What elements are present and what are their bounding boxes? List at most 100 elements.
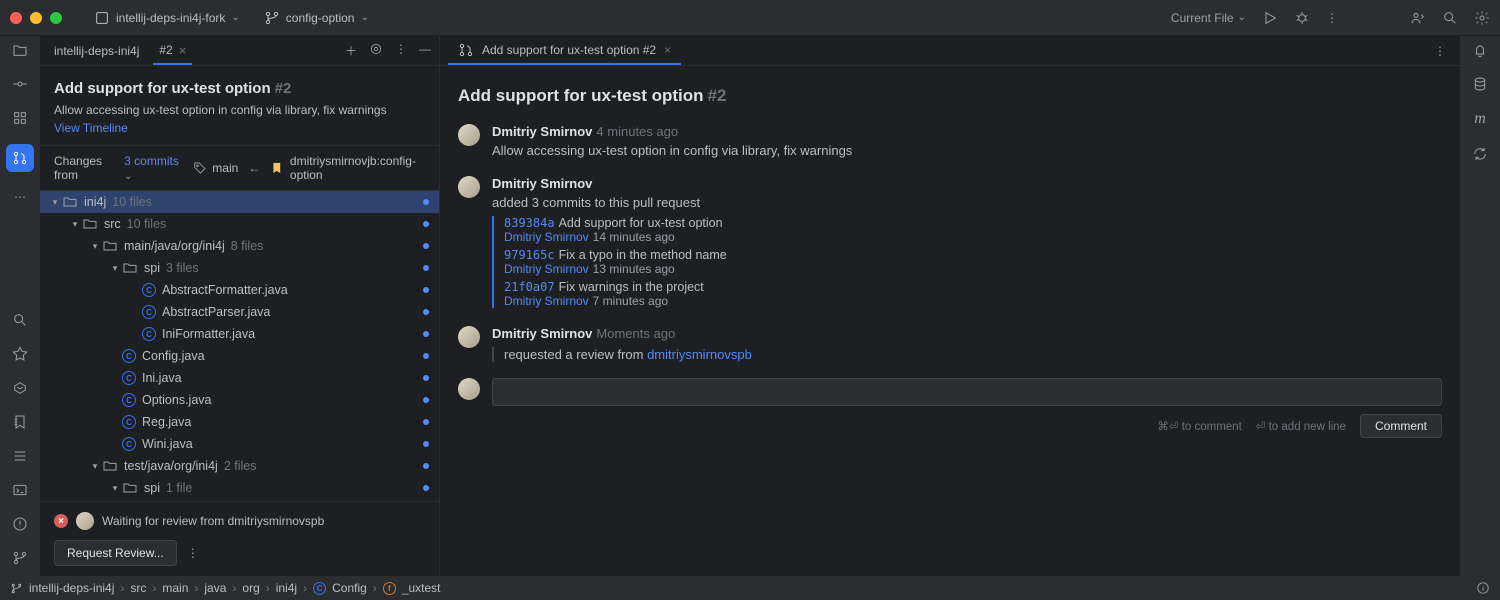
- head-branch[interactable]: dmitriysmirnovjb:config-option: [290, 154, 425, 182]
- commit-row[interactable]: 839384a Add support for ux-test optionDmi…: [504, 216, 1442, 244]
- search-tool-icon[interactable]: [12, 312, 28, 328]
- tree-folder-main[interactable]: ▾ main/java/org/ini4j8 files: [40, 235, 439, 257]
- close-window-icon[interactable]: [10, 12, 22, 24]
- project-icon: [94, 10, 110, 26]
- breadcrumb-item[interactable]: ini4j: [276, 581, 297, 595]
- terminal-tool-icon[interactable]: [12, 482, 28, 498]
- titlebar: intellij-deps-ini4j-fork ⌄ config-option…: [0, 0, 1500, 36]
- info-icon[interactable]: [1476, 581, 1490, 595]
- commit-message: Add support for ux-test option: [559, 216, 723, 230]
- services-tool-icon[interactable]: [12, 380, 28, 396]
- editor-tab-label: Add support for ux-test option #2: [482, 43, 656, 57]
- tree-folder-ini4j[interactable]: ▾ ini4j10 files: [40, 191, 439, 213]
- code-with-me-icon[interactable]: [1410, 10, 1426, 26]
- tree-file[interactable]: CConfig.java: [40, 345, 439, 367]
- branch-icon: [10, 582, 23, 595]
- view-timeline-link[interactable]: View Timeline: [54, 121, 425, 135]
- tree-folder-spi[interactable]: ▾ spi1 file: [40, 477, 439, 499]
- commit-row[interactable]: 979165cFix a typo in the method nameDmit…: [504, 248, 1442, 276]
- pr-crumb-project[interactable]: intellij-deps-ini4j: [48, 44, 145, 58]
- tree-folder-test[interactable]: ▾ test/java/org/ini4j2 files: [40, 455, 439, 477]
- breadcrumb-item[interactable]: intellij-deps-ini4j: [29, 581, 114, 595]
- change-dot-icon: [423, 375, 429, 381]
- commit-hash[interactable]: 839384a: [504, 216, 555, 230]
- tree-file[interactable]: CIniFormatter.java: [40, 323, 439, 345]
- chevron-down-icon: ▾: [88, 241, 102, 252]
- folder-icon: [122, 260, 138, 276]
- tree-folder-src[interactable]: ▾ src10 files: [40, 213, 439, 235]
- add-icon[interactable]: ＋: [345, 42, 357, 59]
- tree-file[interactable]: CWini.java: [40, 433, 439, 455]
- project-menu[interactable]: intellij-deps-ini4j-fork ⌄: [86, 6, 248, 30]
- tree-file[interactable]: CAbstractParser.java: [40, 301, 439, 323]
- debug-icon[interactable]: [1294, 10, 1310, 26]
- reviewer-link[interactable]: dmitriysmirnovspb: [647, 347, 752, 362]
- tree-file-new[interactable]: CUnicodeInputStreamReaderTest.java: [40, 499, 439, 501]
- todo-tool-icon[interactable]: [12, 448, 28, 464]
- run-icon[interactable]: [1262, 10, 1278, 26]
- target-icon[interactable]: [369, 42, 383, 56]
- tree-file[interactable]: CReg.java: [40, 411, 439, 433]
- tree-file[interactable]: CIni.java: [40, 367, 439, 389]
- timeline-item-review-request: Dmitriy SmirnovMoments ago requested a r…: [458, 326, 1442, 362]
- commits-dropdown[interactable]: 3 commits ⌄: [124, 154, 181, 182]
- breadcrumb-item[interactable]: _uxtest: [402, 581, 441, 595]
- editor-tab-active[interactable]: Add support for ux-test option #2 ×: [448, 36, 681, 65]
- request-review-button[interactable]: Request Review...: [54, 540, 177, 566]
- commit-tool-icon[interactable]: [12, 76, 28, 92]
- commit-hash[interactable]: 21f0a07: [504, 280, 555, 294]
- bookmarks-tool-icon[interactable]: [12, 414, 28, 430]
- settings-icon[interactable]: [1474, 10, 1490, 26]
- refresh-icon[interactable]: [1472, 146, 1488, 162]
- notifications-icon[interactable]: [1472, 42, 1488, 58]
- run-tool-icon[interactable]: [12, 346, 28, 362]
- commit-author[interactable]: Dmitriy Smirnov: [504, 230, 589, 244]
- breadcrumb-item[interactable]: Config: [332, 581, 367, 595]
- comment-input[interactable]: [492, 378, 1442, 406]
- database-icon[interactable]: [1472, 76, 1488, 92]
- breadcrumb-item[interactable]: org: [242, 581, 259, 595]
- vcs-branch-menu[interactable]: config-option ⌄: [256, 6, 377, 30]
- breadcrumb-item[interactable]: src: [130, 581, 146, 595]
- comment-button[interactable]: Comment: [1360, 414, 1442, 438]
- close-icon[interactable]: ×: [179, 43, 187, 58]
- more-icon[interactable]: ⋮: [1434, 44, 1452, 58]
- commit-author[interactable]: Dmitriy Smirnov: [504, 262, 589, 276]
- maximize-window-icon[interactable]: [50, 12, 62, 24]
- commit-row[interactable]: 21f0a07Fix warnings in the projectDmitri…: [504, 280, 1442, 308]
- project-tool-icon[interactable]: [12, 42, 28, 58]
- minimize-icon[interactable]: —: [419, 42, 431, 59]
- breadcrumb-item[interactable]: main: [162, 581, 188, 595]
- tree-folder-spi[interactable]: ▾ spi3 files: [40, 257, 439, 279]
- changes-bar: Changes from 3 commits ⌄ main ← dmitriys…: [40, 145, 439, 191]
- tree-file[interactable]: CAbstractFormatter.java: [40, 279, 439, 301]
- run-config-selector[interactable]: Current File ⌄: [1171, 11, 1246, 25]
- maven-icon[interactable]: m: [1474, 110, 1486, 128]
- pr-tab-active[interactable]: #2 ×: [153, 37, 192, 65]
- more-icon[interactable]: ⋮: [1326, 11, 1338, 25]
- more-tools-icon[interactable]: ⋯: [14, 190, 26, 204]
- problems-tool-icon[interactable]: [12, 516, 28, 532]
- pr-number: #2: [708, 86, 727, 105]
- chevron-down-icon: ⌄: [231, 12, 239, 23]
- tree-file[interactable]: COptions.java: [40, 389, 439, 411]
- close-icon[interactable]: ×: [664, 43, 671, 57]
- base-branch[interactable]: main: [212, 161, 238, 175]
- search-icon[interactable]: [1442, 10, 1458, 26]
- more-icon[interactable]: ⋮: [187, 546, 199, 560]
- chevron-down-icon: ▾: [108, 263, 122, 274]
- pull-requests-tool-icon[interactable]: [6, 144, 34, 172]
- vcs-tool-icon[interactable]: [12, 550, 28, 566]
- window-controls: [10, 12, 62, 24]
- change-dot-icon: [423, 287, 429, 293]
- breadcrumb-item[interactable]: java: [204, 581, 226, 595]
- minimize-window-icon[interactable]: [30, 12, 42, 24]
- commits-list: 839384aAdd support for ux-test optionDmi…: [492, 216, 1442, 308]
- avatar: [458, 326, 480, 348]
- tag-icon: [193, 160, 207, 176]
- structure-tool-icon[interactable]: [12, 110, 28, 126]
- more-icon[interactable]: ⋮: [395, 42, 407, 59]
- commit-hash[interactable]: 979165c: [504, 248, 555, 262]
- commit-author[interactable]: Dmitriy Smirnov: [504, 294, 589, 308]
- chevron-down-icon: ▾: [88, 461, 102, 472]
